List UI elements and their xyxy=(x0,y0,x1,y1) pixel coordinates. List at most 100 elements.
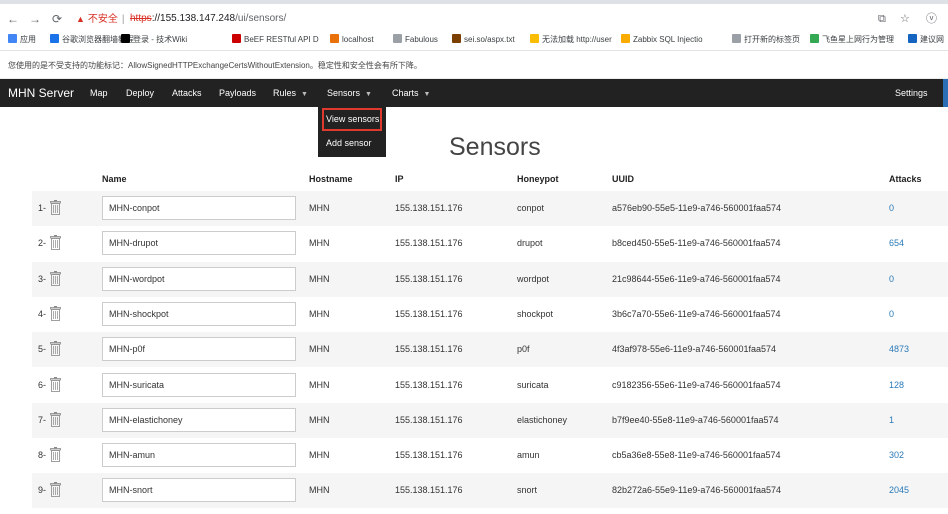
cell-hostname: MHN xyxy=(309,485,330,496)
nav-rules[interactable]: Rules ▼ xyxy=(273,88,308,100)
attacks-link[interactable]: 0 xyxy=(889,274,894,285)
sensor-name-input[interactable] xyxy=(102,231,296,256)
url-text[interactable]: https://155.138.147.248/ui/sensors/ xyxy=(130,13,286,25)
bookmark-item[interactable]: 无法加载 http://user xyxy=(530,34,612,45)
app-navbar: MHN Server Map Deploy Attacks Payloads R… xyxy=(0,79,948,107)
bookmark-item[interactable]: 应用 xyxy=(8,34,36,45)
sensor-name-input[interactable] xyxy=(102,478,296,503)
attacks-link[interactable]: 0 xyxy=(889,203,894,214)
row-index: 9- xyxy=(38,485,47,496)
cell-uuid: cb5a36e8-55e8-11e9-a746-560001faa574 xyxy=(612,450,781,461)
page-title: Sensors xyxy=(449,133,541,161)
bookmark-item[interactable]: 打开新的标签页 xyxy=(732,34,800,45)
nav-map[interactable]: Map xyxy=(90,88,108,99)
address-bar: ← → ⟳ ▲ 不安全 | https://155.138.147.248/ui/s… xyxy=(0,4,948,30)
table-row: 1- MHN 155.138.151.176 conpot a576eb90-55e5-… xyxy=(32,191,948,226)
bookmark-item[interactable]: Zabbix SQL Injectio xyxy=(621,34,703,45)
trash-icon[interactable] xyxy=(50,411,61,427)
nav-charts[interactable]: Charts ▼ xyxy=(392,88,430,100)
table-header: Name Hostname IP Honeypot UUID Attacks xyxy=(32,167,948,192)
bookmark-icon xyxy=(621,34,630,43)
sensor-name-input[interactable] xyxy=(102,337,296,362)
trash-icon[interactable] xyxy=(50,447,61,462)
nav-sensors[interactable]: Sensors ▼ xyxy=(327,88,372,100)
row-index: 4- xyxy=(38,308,47,319)
trash-icon[interactable] xyxy=(50,376,61,392)
cell-ip: 155.138.151.176 xyxy=(395,273,463,284)
cell-honeypot: snort xyxy=(517,485,538,496)
bookmark-label: sei.so/aspx.txt xyxy=(464,35,515,44)
table-row: 6- MHN 155.138.151.176 suricata c9182356-55e… xyxy=(32,368,948,403)
attacks-link[interactable]: 2045 xyxy=(889,485,909,496)
cell-ip: 155.138.151.176 xyxy=(395,308,463,319)
bookmark-item[interactable]: BeEF RESTful API D xyxy=(232,34,319,45)
sensor-name-input[interactable] xyxy=(102,372,296,397)
nav-edge-button[interactable] xyxy=(943,79,948,107)
bookmark-icon xyxy=(530,34,539,43)
bookmark-item[interactable]: localhost xyxy=(330,34,374,45)
nav-attacks[interactable]: Attacks xyxy=(172,88,202,99)
bookmark-icon xyxy=(732,34,741,43)
sensor-name-input[interactable] xyxy=(102,301,296,326)
trash-icon[interactable] xyxy=(50,341,61,357)
cell-honeypot: wordpot xyxy=(517,273,550,284)
bookmark-label: 无法加载 http://user xyxy=(542,35,612,44)
translate-icon[interactable]: ⧉ xyxy=(878,13,886,25)
attacks-link[interactable]: 4873 xyxy=(889,344,909,355)
bookmark-item[interactable]: sei.so/aspx.txt xyxy=(452,34,515,45)
brand-logo[interactable]: MHN Server xyxy=(8,86,74,100)
cell-uuid: b7f9ee40-55e8-11e9-a746-560001faa574 xyxy=(612,414,779,425)
attacks-link[interactable]: 128 xyxy=(889,380,904,391)
trash-icon[interactable] xyxy=(50,305,61,321)
bookmark-label: 登录 - 技术Wiki xyxy=(133,35,188,44)
star-icon[interactable]: ☆ xyxy=(900,13,910,25)
nav-settings[interactable]: Settings xyxy=(895,88,928,98)
attacks-link[interactable]: 654 xyxy=(889,238,904,249)
cell-uuid: 82b272a6-55e9-11e9-a746-560001faa574 xyxy=(612,485,781,496)
cell-honeypot: suricata xyxy=(517,379,549,390)
extension-icon[interactable]: ⓥ xyxy=(926,13,937,25)
bookmark-label: localhost xyxy=(342,35,374,44)
bookmark-item[interactable]: Fabulous xyxy=(393,34,438,45)
cell-honeypot: elastichoney xyxy=(517,414,568,425)
sensor-name-input[interactable] xyxy=(102,443,296,468)
bookmark-label: 打开新的标签页 xyxy=(744,35,800,44)
nav-deploy[interactable]: Deploy xyxy=(126,88,154,99)
trash-icon[interactable] xyxy=(50,200,61,215)
trash-icon[interactable] xyxy=(50,235,61,251)
row-index: 8- xyxy=(38,450,47,461)
bookmark-icon xyxy=(330,34,339,43)
menu-item-add-sensor[interactable]: Add sensor xyxy=(326,138,372,149)
bookmark-item[interactable]: 登录 - 技术Wiki xyxy=(121,34,187,45)
cell-uuid: a576eb90-55e5-11e9-a746-560001faa574 xyxy=(612,203,781,213)
bookmark-label: BeEF RESTful API D xyxy=(244,35,319,44)
reload-icon[interactable]: ⟳ xyxy=(50,12,64,26)
attacks-link[interactable]: 302 xyxy=(889,450,904,461)
cell-ip: 155.138.151.176 xyxy=(395,344,463,355)
nav-payloads[interactable]: Payloads xyxy=(219,88,256,99)
attacks-link[interactable]: 1 xyxy=(889,415,894,426)
cell-hostname: MHN xyxy=(309,414,330,425)
cell-ip: 155.138.151.176 xyxy=(395,203,463,213)
trash-icon[interactable] xyxy=(50,482,61,498)
sensor-name-input[interactable] xyxy=(102,266,296,291)
attacks-link[interactable]: 0 xyxy=(889,309,894,320)
bookmark-item[interactable]: 飞鱼星上网行为管理 xyxy=(810,34,894,45)
chevron-down-icon: ▼ xyxy=(365,91,372,98)
forward-icon[interactable]: → xyxy=(28,12,42,26)
bookmark-icon xyxy=(50,34,59,43)
bookmark-icon xyxy=(232,34,241,43)
cell-ip: 155.138.151.176 xyxy=(395,414,463,425)
bookmark-label: Fabulous xyxy=(405,35,438,44)
trash-icon[interactable] xyxy=(50,270,61,286)
sensor-name-input[interactable] xyxy=(102,196,296,220)
back-icon[interactable]: ← xyxy=(6,12,20,26)
cell-honeypot: amun xyxy=(517,450,540,461)
chevron-down-icon: ▼ xyxy=(423,91,431,98)
security-indicator[interactable]: ▲ 不安全 | xyxy=(76,13,125,26)
cell-ip: 155.138.151.176 xyxy=(395,379,463,390)
cell-hostname: MHN xyxy=(309,450,330,461)
warning-icon: ▲ xyxy=(76,14,85,24)
sensor-name-input[interactable] xyxy=(102,407,296,432)
bookmark-item[interactable]: 建议网 xyxy=(908,34,944,45)
